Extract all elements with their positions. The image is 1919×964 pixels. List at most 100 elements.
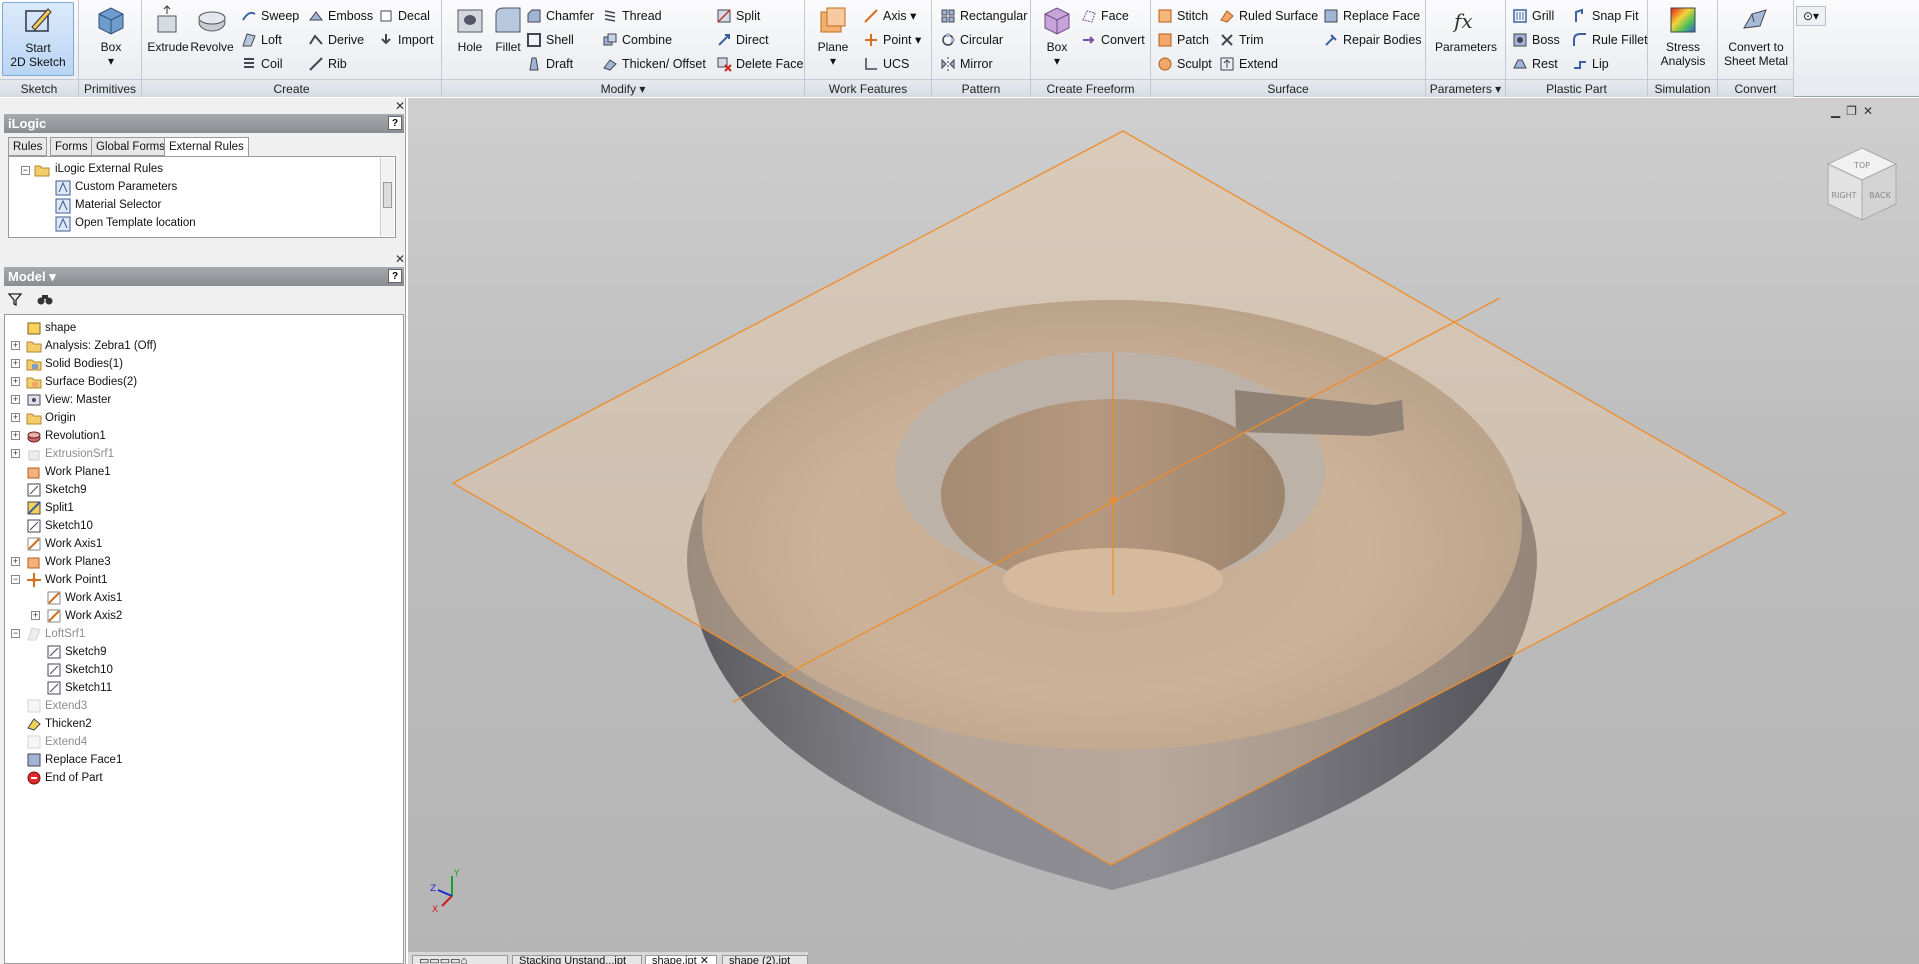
derive-button[interactable]: Derive — [306, 30, 364, 50]
panel-title-modify[interactable]: Modify ▾ — [442, 79, 804, 97]
close-icon[interactable]: ✕ — [1863, 104, 1879, 118]
expand-toggle[interactable]: + — [11, 413, 20, 422]
trim-button[interactable]: Trim — [1217, 30, 1264, 50]
lip-button[interactable]: Lip — [1570, 54, 1609, 74]
tab-rules[interactable]: Rules — [8, 137, 48, 156]
tree-node-label: Sketch11 — [65, 682, 113, 694]
extend-button[interactable]: Extend — [1217, 54, 1278, 74]
import-button[interactable]: Import — [376, 30, 433, 50]
restore-icon[interactable]: ❐ — [1846, 104, 1863, 118]
filter-icon[interactable] — [8, 292, 22, 306]
collapse-toggle[interactable]: − — [11, 575, 20, 584]
expand-toggle[interactable]: + — [31, 611, 40, 620]
expand-toggle[interactable]: + — [11, 557, 20, 566]
graphics-viewport[interactable]: ▁❐✕ TOP RIGHT BACK Y Z X — [408, 98, 1919, 964]
parameters-button[interactable]: fx Parameters — [1430, 4, 1502, 54]
repair-bodies-button[interactable]: Repair Bodies — [1321, 30, 1422, 50]
minimize-icon[interactable]: ▁ — [1831, 104, 1846, 118]
doc-tab[interactable]: Stacking Unstand...ipt — [512, 955, 642, 964]
tab-forms[interactable]: Forms — [50, 137, 93, 156]
rule-fillet-button[interactable]: Rule Fillet — [1570, 30, 1648, 50]
stitch-button[interactable]: Stitch — [1155, 6, 1208, 26]
freeform-box-icon — [1044, 7, 1070, 35]
model-scene[interactable] — [408, 98, 1919, 964]
folder-icon — [26, 413, 42, 425]
split-button[interactable]: Split — [714, 6, 760, 26]
panel-title-parameters[interactable]: Parameters ▾ — [1426, 79, 1505, 97]
collapse-toggle[interactable]: − — [21, 166, 30, 175]
list-item[interactable]: iLogic External Rules — [55, 161, 163, 178]
panel-sketch: Start 2D Sketch Sketch — [0, 0, 79, 97]
expand-toggle[interactable]: + — [11, 359, 20, 368]
help-icon[interactable]: ? — [388, 116, 402, 130]
doc-tab-active[interactable]: shape.ipt ✕ — [645, 955, 717, 964]
tree-node-label: View: Master — [45, 394, 112, 406]
start-2d-sketch-button[interactable]: Start 2D Sketch — [2, 2, 74, 76]
expand-toggle[interactable]: + — [11, 341, 20, 350]
freeform-box-button[interactable]: Box ▾ — [1033, 4, 1081, 68]
list-item[interactable]: Custom Parameters — [75, 179, 177, 196]
sculpt-button[interactable]: Sculpt — [1155, 54, 1212, 74]
coil-button[interactable]: Coil — [239, 54, 283, 74]
stress-analysis-button[interactable]: Stress Analysis — [1651, 4, 1715, 68]
expand-toggle[interactable]: + — [11, 377, 20, 386]
work-point[interactable] — [1110, 497, 1116, 503]
mirror-button[interactable]: Mirror — [938, 54, 993, 74]
model-header[interactable]: Model ▾ ? — [4, 267, 404, 286]
tab-external-rules[interactable]: External Rules — [164, 137, 249, 157]
binoculars-icon[interactable] — [37, 292, 53, 306]
revolve-button[interactable]: Revolve — [188, 4, 236, 54]
expand-toggle[interactable]: + — [11, 449, 20, 458]
rest-button[interactable]: Rest — [1510, 54, 1558, 74]
scrollbar[interactable] — [380, 158, 394, 236]
x-axis-icon — [441, 895, 453, 907]
combine-button[interactable]: Combine — [600, 30, 672, 50]
point-button[interactable]: Point ▾ — [861, 30, 921, 50]
list-item[interactable]: Material Selector — [75, 197, 161, 214]
circular-pattern-button[interactable]: Circular — [938, 30, 1003, 50]
direct-button[interactable]: Direct — [714, 30, 769, 50]
scrollbar-thumb[interactable] — [383, 182, 392, 208]
snap-fit-button[interactable]: Snap Fit — [1570, 6, 1639, 26]
delete-face-button[interactable]: Delete Face — [714, 54, 803, 74]
help-icon[interactable]: ? — [388, 269, 402, 283]
replace-face-button[interactable]: Replace Face — [1321, 6, 1420, 26]
decal-button[interactable]: Decal — [376, 6, 430, 26]
ucs-button[interactable]: UCS — [861, 54, 909, 74]
emboss-button[interactable]: Emboss — [306, 6, 373, 26]
thicken-offset-button[interactable]: Thicken/ Offset — [600, 54, 706, 74]
sweep-button[interactable]: Sweep — [239, 6, 299, 26]
list-item[interactable]: Open Template location — [75, 215, 196, 232]
panel-create-freeform: Box ▾ Face Convert Create Freeform — [1031, 0, 1151, 97]
doc-tab[interactable]: shape (2).ipt — [722, 955, 808, 964]
sketch-label: 2D Sketch — [10, 55, 66, 69]
thread-button[interactable]: Thread — [600, 6, 662, 26]
collapse-toggle[interactable]: − — [11, 629, 20, 638]
viewport-window-controls[interactable]: ▁❐✕ — [1831, 104, 1879, 118]
patch-button[interactable]: Patch — [1155, 30, 1209, 50]
layout-buttons[interactable]: ▭▭▭▭⌂ — [412, 955, 508, 964]
ruled-surface-button[interactable]: Ruled Surface — [1217, 6, 1318, 26]
plane-button[interactable]: Plane ▾ — [809, 4, 857, 68]
revolve-icon — [27, 431, 41, 443]
expand-toggle[interactable]: + — [11, 431, 20, 440]
viewcube[interactable]: TOP RIGHT BACK — [1820, 142, 1904, 230]
close-icon[interactable]: ✕ — [700, 956, 709, 964]
freeform-face-button[interactable]: Face — [1079, 6, 1129, 26]
tab-global-forms[interactable]: Global Forms — [91, 137, 171, 156]
ribbon-options-dropdown[interactable]: ⊙▾ — [1796, 6, 1826, 26]
grill-button[interactable]: Grill — [1510, 6, 1554, 26]
draft-button[interactable]: Draft — [524, 54, 573, 74]
rib-button[interactable]: Rib — [306, 54, 347, 74]
shell-button[interactable]: Shell — [524, 30, 574, 50]
boss-button[interactable]: Boss — [1510, 30, 1560, 50]
expand-toggle[interactable]: + — [11, 395, 20, 404]
rectangular-pattern-button[interactable]: Rectangular — [938, 6, 1027, 26]
chamfer-button[interactable]: Chamfer — [524, 6, 594, 26]
loft-button[interactable]: Loft — [239, 30, 282, 50]
box-primitive-button[interactable]: Box ▾ — [87, 4, 135, 68]
freeform-convert-button[interactable]: Convert — [1079, 30, 1145, 50]
extrude-button[interactable]: Extrude — [144, 4, 192, 54]
convert-to-sheet-metal-button[interactable]: Convert to Sheet Metal — [1720, 4, 1792, 68]
axis-button[interactable]: Axis ▾ — [861, 6, 916, 26]
